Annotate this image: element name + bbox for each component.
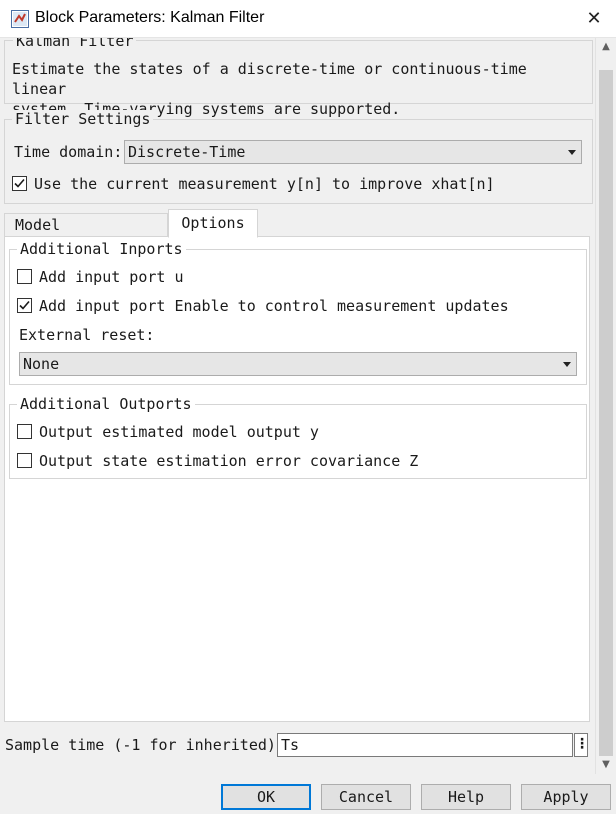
- time-domain-value: Discrete-Time: [128, 143, 246, 161]
- output-covariance-z-checkbox[interactable]: Output state estimation error covariance…: [17, 452, 437, 470]
- scroll-up-icon[interactable]: ▲: [596, 38, 616, 56]
- checkmark-icon: [14, 178, 25, 188]
- add-enable-port-checkbox[interactable]: Add input port Enable to control measure…: [17, 297, 517, 315]
- scrollbar-thumb[interactable]: [599, 70, 613, 756]
- use-current-measurement-checkbox[interactable]: Use the current measurement y[n] to impr…: [12, 175, 495, 193]
- additional-outports-title: Additional Outports: [17, 395, 195, 413]
- simulink-block-icon: [11, 10, 29, 28]
- tab-options[interactable]: Options: [168, 209, 258, 238]
- time-domain-select[interactable]: Discrete-Time: [124, 140, 582, 164]
- dialog-content: Kalman Filter Estimate the states of a d…: [0, 38, 596, 778]
- dropdown-arrow-icon: [563, 362, 571, 367]
- external-reset-value: None: [23, 355, 60, 373]
- options-tab-panel: Additional Inports Add input port u Add …: [4, 236, 590, 722]
- output-covariance-z-label: Output state estimation error covariance…: [39, 452, 419, 470]
- sample-time-label: Sample time (-1 for inherited):: [5, 736, 285, 754]
- external-reset-select[interactable]: None: [19, 352, 577, 376]
- scroll-down-icon[interactable]: ▼: [596, 756, 616, 774]
- add-input-port-u-label: Add input port u: [39, 268, 184, 286]
- checkbox-box: [17, 269, 32, 284]
- checkbox-box: [17, 453, 32, 468]
- add-enable-port-label: Add input port Enable to control measure…: [39, 297, 509, 315]
- additional-inports-title: Additional Inports: [17, 240, 186, 258]
- window-title: Block Parameters: Kalman Filter: [35, 9, 265, 26]
- description-group: Kalman Filter Estimate the states of a d…: [4, 38, 593, 118]
- sample-time-menu-button[interactable]: ⋮: [574, 733, 589, 757]
- close-button[interactable]: ✕: [580, 6, 608, 32]
- filter-settings-group: Filter Settings Time domain: Discrete-Ti…: [4, 110, 593, 204]
- description-title: Kalman Filter: [13, 38, 137, 49]
- external-reset-label: External reset:: [19, 326, 155, 344]
- checkbox-box: [17, 298, 32, 313]
- filter-settings-title: Filter Settings: [12, 110, 154, 128]
- title-bar: Block Parameters: Kalman Filter ✕: [0, 0, 616, 38]
- checkbox-box: [12, 176, 27, 191]
- time-domain-label: Time domain:: [14, 143, 123, 161]
- vertical-scrollbar[interactable]: ▲ ▼: [595, 38, 615, 774]
- output-model-y-label: Output estimated model output y: [39, 423, 319, 441]
- sample-time-input[interactable]: Ts: [277, 733, 573, 757]
- output-model-y-checkbox[interactable]: Output estimated model output y: [17, 423, 337, 441]
- apply-button[interactable]: Apply: [521, 784, 611, 810]
- checkmark-icon: [19, 300, 30, 310]
- additional-inports-group: Additional Inports Add input port u Add …: [9, 240, 587, 385]
- add-input-port-u-checkbox[interactable]: Add input port u: [17, 268, 217, 286]
- dropdown-arrow-icon: [568, 150, 576, 155]
- use-current-measurement-label: Use the current measurement y[n] to impr…: [34, 175, 495, 193]
- ok-button[interactable]: OK: [221, 784, 311, 810]
- tab-strip: Model Parameters Options: [4, 209, 590, 256]
- help-button[interactable]: Help: [421, 784, 511, 810]
- cancel-button[interactable]: Cancel: [321, 784, 411, 810]
- checkbox-box: [17, 424, 32, 439]
- additional-outports-group: Additional Outports Output estimated mod…: [9, 395, 587, 479]
- tab-model-parameters[interactable]: Model Parameters: [4, 213, 168, 256]
